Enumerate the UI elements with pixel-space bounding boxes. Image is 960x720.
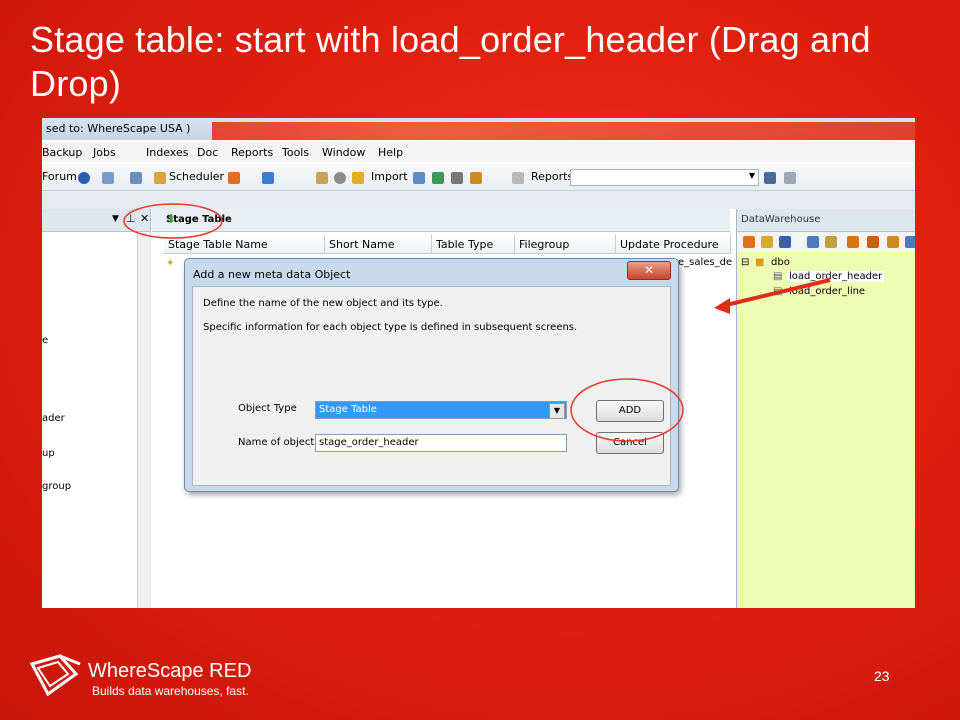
highlight-circle-tab [123, 203, 223, 239]
wherescape-logo-icon [30, 654, 81, 697]
brand-name: WhereScape RED [88, 660, 252, 682]
annotation-layer [123, 203, 831, 442]
brand-tagline: Builds data warehouses, fast. [92, 684, 249, 698]
drag-arrow [721, 278, 831, 308]
highlight-circle-add [570, 378, 684, 442]
slide-title: Stage table: start with load_order_heade… [30, 19, 871, 104]
app-screenshot: sed to: WhereScape USA ) Backup Jobs Ind… [42, 118, 915, 608]
page-number: 23 [874, 668, 890, 684]
drag-arrow-head [714, 298, 730, 314]
